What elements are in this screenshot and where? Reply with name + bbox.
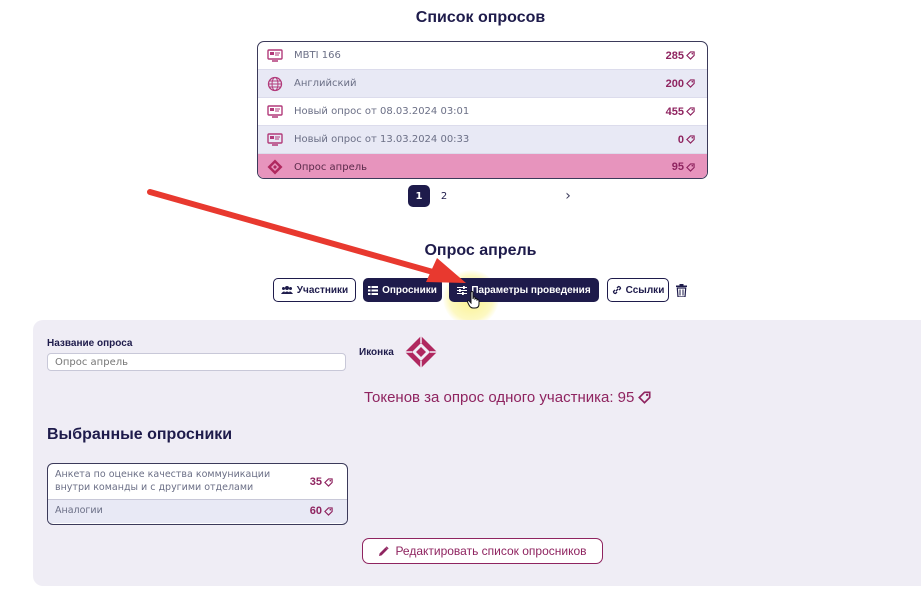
survey-row-label: Опрос апрель [294,161,368,173]
poll-title: Опрос апрель [424,242,537,259]
selected-questionnaires-title: Выбранные опросники [47,426,233,443]
questionnaire-row[interactable]: Аналогии 60 [48,500,347,523]
token-icon [324,506,333,516]
questionnaire-label: Аналогии [55,505,103,516]
tab-label: Опросники [382,284,437,296]
globe-icon [266,75,284,93]
survey-row-label: MBTI 166 [294,50,341,61]
tokens-per-participant: Токенов за опрос одного участника: 95 [364,389,651,406]
token-icon [686,79,695,88]
tab-label: Участники [296,284,349,296]
survey-row-label: Новый опрос от 08.03.2024 03:01 [294,106,470,117]
questionnaire-tokens: 60 [310,505,333,517]
survey-row-mbti[interactable]: MBTI 166 285 [258,42,707,70]
page-1-button[interactable]: 1 [408,185,430,207]
icon-label: Иконка [359,347,394,358]
diamond-logo-icon [266,158,284,176]
survey-row-tokens: 455 [666,106,695,118]
survey-row-new-0803[interactable]: Новый опрос от 08.03.2024 03:01 455 [258,98,707,126]
survey-row-english[interactable]: Английский 200 [258,70,707,98]
tokens-text: Токенов за опрос одного участника: 95 [364,389,635,406]
pencil-icon [379,545,390,556]
questionnaire-list: Анкета по оценке качества коммуникации в… [47,463,348,525]
monitor-icon [266,47,284,65]
poll-name-input[interactable] [47,353,346,371]
tab-links[interactable]: Ссылки [607,278,669,302]
users-icon [280,286,293,294]
survey-row-tokens: 95 [672,161,695,173]
tab-questionnaires[interactable]: Опросники [363,278,442,302]
survey-row-label: Новый опрос от 13.03.2024 00:33 [294,134,470,145]
survey-row-new-1303[interactable]: Новый опрос от 13.03.2024 00:33 0 [258,126,707,154]
token-icon [686,51,695,60]
questionnaire-label: Анкета по оценке качества коммуникации в… [55,469,271,493]
list-icon [368,285,379,295]
trash-icon[interactable] [676,284,687,297]
page-2-button[interactable]: 2 [433,185,455,207]
questionnaire-row[interactable]: Анкета по оценке качества коммуникации в… [48,464,347,500]
poll-name-label: Название опроса [47,338,133,349]
survey-list: MBTI 166 285 Английский 200 Новый опрос … [257,41,708,179]
tab-participants[interactable]: Участники [273,278,356,302]
survey-row-april[interactable]: Опрос апрель 95 [258,154,707,178]
token-icon [324,478,333,487]
survey-row-tokens: 200 [666,78,695,90]
edit-questionnaires-button[interactable]: Редактировать список опросников [362,538,603,564]
tab-label: Ссылки [625,284,665,296]
survey-row-label: Английский [294,78,357,89]
link-icon [612,285,621,295]
token-icon [686,107,695,116]
survey-row-tokens: 0 [678,134,695,146]
questionnaire-tokens: 35 [310,476,333,489]
next-page-button[interactable]: › [557,185,579,207]
edit-button-label: Редактировать список опросников [395,544,587,558]
monitor-icon [266,131,284,149]
token-icon [686,135,695,144]
hand-cursor-icon [467,291,480,309]
monitor-icon [266,103,284,121]
survey-row-tokens: 285 [666,50,695,62]
token-icon [638,391,651,404]
token-icon [686,162,695,172]
diamond-logo-icon[interactable] [404,335,438,369]
sliders-icon [457,285,468,295]
tab-label: Параметры проведения [471,284,591,296]
survey-list-title: Список опросов [415,9,546,26]
